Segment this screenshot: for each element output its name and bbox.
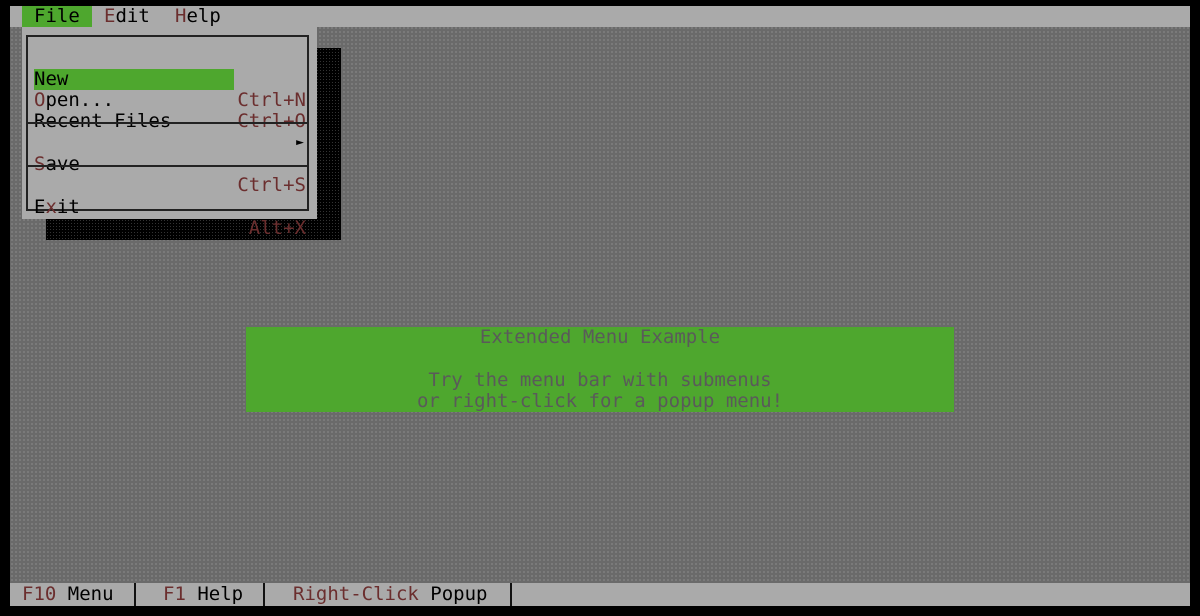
menu-edit[interactable]: Edit xyxy=(92,6,162,27)
desktop-background: File Edit Help New Ctrl+N Open... Ctrl+O… xyxy=(10,6,1190,606)
file-menu-dropdown: New Ctrl+N Open... Ctrl+O Recent Files ►… xyxy=(22,27,317,239)
menu-separator xyxy=(28,165,307,167)
message-line-1: Try the menu bar with submenus xyxy=(428,369,772,391)
menu-item-save[interactable]: Save Ctrl+S xyxy=(34,133,306,196)
message-line-2: or right-click for a popup menu! xyxy=(416,390,784,412)
message-box: Extended Menu Example Try the menu bar w… xyxy=(246,327,954,412)
status-f10-menu[interactable]: F10 Menu xyxy=(22,583,114,606)
menu-file[interactable]: File xyxy=(22,6,92,27)
status-separator xyxy=(510,583,512,606)
menu-item-open[interactable]: Open... Ctrl+O xyxy=(34,69,306,132)
menu-item-exit[interactable]: Exit Alt+X xyxy=(34,176,306,239)
status-separator xyxy=(263,583,265,606)
menu-bar: File Edit Help xyxy=(10,6,1190,27)
status-f1-help[interactable]: F1 Help xyxy=(163,583,243,606)
menu-help[interactable]: Help xyxy=(163,6,233,27)
menu-item-new[interactable]: New Ctrl+N xyxy=(34,48,306,111)
status-separator xyxy=(134,583,136,606)
message-title: Extended Menu Example xyxy=(479,326,721,348)
menu-item-recent-files[interactable]: Recent Files ► xyxy=(34,90,306,151)
menu-separator xyxy=(28,122,307,124)
status-right-click-popup[interactable]: Right-Click Popup xyxy=(293,583,487,606)
status-bar: F10 Menu F1 Help Right-Click Popup xyxy=(10,583,1190,606)
